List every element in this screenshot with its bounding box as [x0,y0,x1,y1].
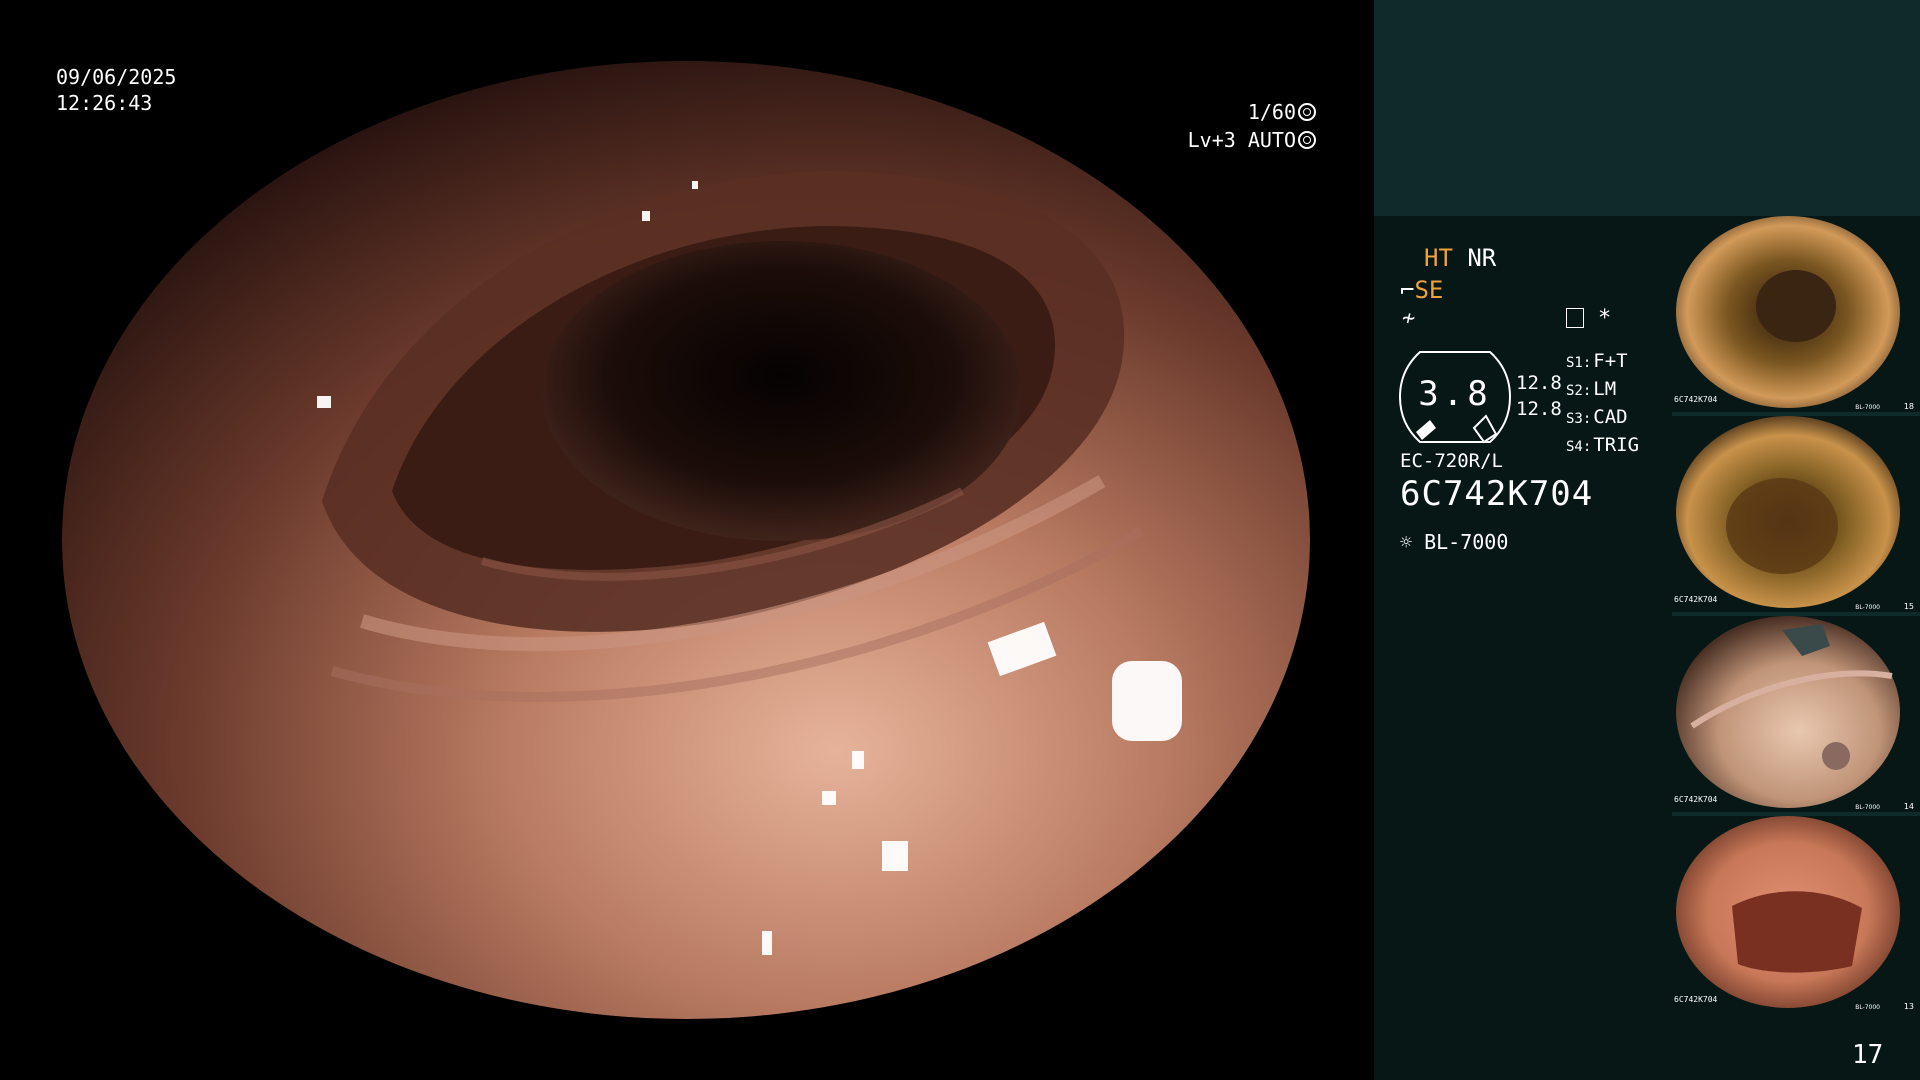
date-text: 09/06/2025 [56,65,177,89]
thumbnail-source: BL-7000 [1855,404,1880,411]
switch-item: S4: TRIG [1566,432,1639,460]
capture-thumbnail[interactable]: 6C742K704 BL-7000 18 [1672,216,1920,412]
capture-thumbnail[interactable]: 6C742K704 BL-7000 13 [1672,816,1920,1012]
shutter-speed: 1/60 [1247,100,1296,124]
switch-item: S1: F+T [1566,348,1639,376]
thumbnail-index: 13 [1903,1002,1914,1011]
zoom-value: 12.8 [1516,372,1562,394]
settings-menu-icon [1566,308,1584,328]
endoscopy-live-image [62,61,1310,1019]
zoom-values: 12.8 12.8 [1516,370,1562,422]
thumbnail-index: 15 [1903,602,1914,611]
thumbnail-image [1676,616,1900,808]
scope-serial: 6C742K704 [1400,474,1594,514]
zoom-gauge-value: 3.8 [1418,374,1492,414]
capture-thumbnail[interactable]: 6C742K704 BL-7000 15 [1672,416,1920,612]
iris-icon [1298,131,1316,149]
switch-item: S3: CAD [1566,404,1639,432]
page-number: 17 [1852,1040,1884,1070]
light-source-label: BL-7000 [1424,530,1509,554]
scope-switch-list: S1: F+T S2: LM S3: CAD S4: TRIG [1566,348,1639,460]
structure-enhancement-row: ⌐SE [1400,276,1443,304]
date-time-overlay: 09/06/2025 12:26:43 [56,64,176,116]
switch-item: S2: LM [1566,376,1639,404]
menu-icons: * [1566,306,1611,331]
thumbnail-image [1676,416,1900,608]
light-source-row: ☼ BL-7000 [1400,530,1508,554]
colon-lumen-illustration [62,61,1310,1019]
switch-value: LM [1593,378,1617,400]
star-icon: * [1598,306,1612,331]
time-text: 12:26:43 [56,91,153,115]
thumbnail-image [1676,816,1900,1008]
capture-thumbnail[interactable]: 6C742K704 BL-7000 14 [1672,616,1920,812]
zoom-value: 12.8 [1516,398,1562,420]
scope-model: EC-720R/L [1400,450,1503,472]
thumbnail-index: 14 [1903,802,1914,811]
switch-key: S3: [1566,411,1592,427]
switch-value: CAD [1593,406,1628,428]
info-panel-header [1374,0,1920,216]
se-label: SE [1414,276,1444,304]
switch-key: S4: [1566,439,1592,455]
shutter-icon [1298,103,1316,121]
thumbnail-index: 18 [1903,402,1914,411]
mode-ht-label: HT [1424,244,1453,272]
switch-value: F+T [1593,350,1628,372]
enhancement-icon: ⌐ [1400,276,1415,304]
thumbnail-label: 6C742K704 [1674,395,1718,404]
brightness-level: Lv+3 AUTO [1187,128,1296,152]
thumbnail-image [1676,216,1900,408]
thumbnail-label: 6C742K704 [1674,795,1718,804]
switch-value: TRIG [1593,434,1640,456]
switch-key: S2: [1566,383,1592,399]
thumbnail-source: BL-7000 [1855,1004,1880,1011]
switch-key: S1: [1566,355,1592,371]
thumbnail-label: 6C742K704 [1674,595,1718,604]
freeze-icon: ≁ [1402,306,1416,331]
thumbnail-source: BL-7000 [1855,804,1880,811]
mode-nr-label: NR [1467,244,1497,272]
image-mode-row: HT NR [1424,244,1496,272]
thumbnail-source: BL-7000 [1855,604,1880,611]
thumbnail-label: 6C742K704 [1674,995,1718,1004]
light-source-icon: ☼ [1400,530,1413,554]
exposure-overlay: 1/60 Lv+3 AUTO [1188,98,1316,154]
